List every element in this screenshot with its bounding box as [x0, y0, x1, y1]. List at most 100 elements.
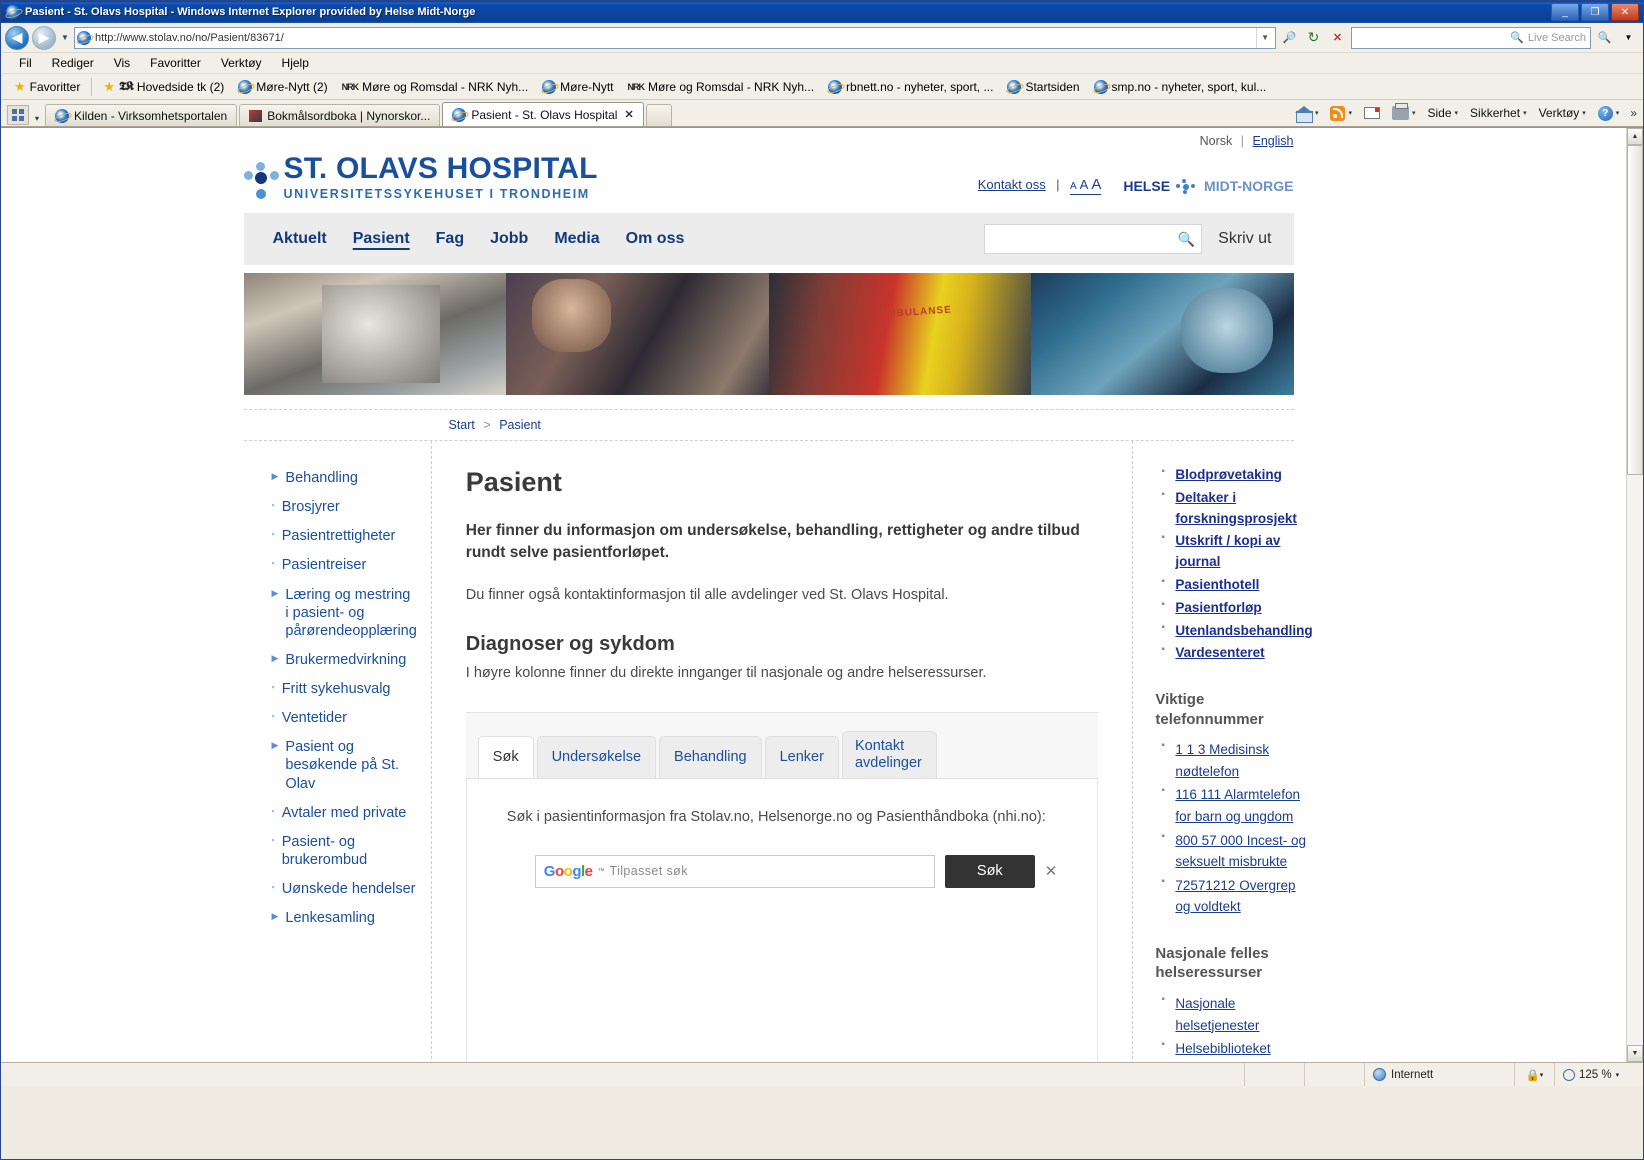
- sidebar-link[interactable]: Brukermedvirkning: [285, 651, 406, 669]
- right-link[interactable]: Utskrift / kopi av journal: [1175, 533, 1280, 569]
- google-search-input[interactable]: Google ™ Tilpasset søk: [534, 854, 935, 888]
- print-button[interactable]: ▾: [1387, 103, 1421, 122]
- close-button[interactable]: ✕: [1611, 3, 1639, 21]
- tools-menu-button[interactable]: Verktøy ▾: [1534, 104, 1591, 122]
- browser-tab-active[interactable]: Pasient - St. Olavs Hospital ✕: [442, 102, 644, 126]
- list-item[interactable]: 1 1 3 Medisinsk nødtelefon: [1161, 739, 1312, 782]
- home-button[interactable]: ▾: [1290, 104, 1324, 123]
- new-tab-button[interactable]: [645, 104, 672, 126]
- sidebar-item-lenkesamling[interactable]: ▶ Lenkesamling: [272, 909, 417, 927]
- favorite-item[interactable]: NRK Møre og Romsdal - NRK Nyh...: [335, 78, 536, 96]
- nav-item-om-oss[interactable]: Om oss: [613, 230, 698, 248]
- sidebar-item-fritt-sykehusvalg[interactable]: ▪ Fritt sykehusvalg: [272, 680, 417, 698]
- sidebar-link[interactable]: Uønskede hendelser: [282, 880, 416, 898]
- chevron-down-icon[interactable]: ▾: [1523, 109, 1527, 117]
- nav-item-fag[interactable]: Fag: [423, 230, 477, 248]
- list-item[interactable]: 800 57 000 Incest- og seksuelt misbrukte: [1161, 830, 1312, 873]
- right-link[interactable]: Utenlandsbehandling: [1175, 623, 1312, 638]
- menu-item-favoritter[interactable]: Favoritter: [140, 54, 211, 72]
- list-item[interactable]: 116 111 Alarmtelefon for barn og ungdom: [1161, 784, 1312, 827]
- phone-link[interactable]: 72571212 Overgrep og voldtekt: [1175, 878, 1295, 915]
- nav-item-jobb[interactable]: Jobb: [477, 230, 541, 248]
- favorite-item[interactable]: ★ 𝕿𝕶 Hovedside tk (2): [96, 77, 231, 97]
- sidebar-link[interactable]: Pasientreiser: [282, 556, 367, 574]
- tab-kontakt-avdelinger[interactable]: Kontakt avdelinger: [841, 731, 937, 778]
- sidebar-item-behandling[interactable]: ▶ Behandling: [272, 469, 417, 487]
- search-options-icon[interactable]: ▼: [1618, 27, 1639, 48]
- sidebar-item-pasientreiser[interactable]: ▪ Pasientreiser: [272, 556, 417, 574]
- favorite-item[interactable]: smp.no - nyheter, sport, kul...: [1087, 78, 1274, 96]
- search-icon[interactable]: 🔍: [1178, 231, 1195, 248]
- mail-button[interactable]: [1359, 105, 1385, 121]
- url-bar[interactable]: http://www.stolav.no/no/Pasient/83671/ ▼: [74, 26, 1276, 49]
- stop-icon[interactable]: ✕: [1327, 27, 1348, 48]
- list-item[interactable]: Vardesenteret: [1161, 643, 1312, 664]
- sidebar-link[interactable]: Pasient- og brukerombud: [282, 833, 417, 869]
- nav-item-media[interactable]: Media: [541, 230, 612, 248]
- list-item[interactable]: Nasjonale helsetjenester: [1161, 993, 1312, 1036]
- favorite-item[interactable]: NRK Møre og Romsdal - NRK Nyh...: [621, 78, 822, 96]
- breadcrumb-start[interactable]: Start: [449, 418, 475, 432]
- list-item[interactable]: Blodprøvetaking: [1161, 465, 1312, 486]
- favorites-button[interactable]: ★ Favoritter: [7, 77, 87, 97]
- sidebar-item-pasient-og-brukerombud[interactable]: ▪ Pasient- og brukerombud: [272, 833, 417, 869]
- chevron-down-icon[interactable]: ▾: [1582, 109, 1586, 117]
- zoom-control[interactable]: 125 % ▾: [1555, 1063, 1643, 1086]
- sidebar-item-laering-og-mestring[interactable]: ▶ Læring og mestring i pasient- og pårør…: [272, 586, 417, 640]
- nav-item-pasient[interactable]: Pasient: [340, 230, 423, 248]
- favorite-item[interactable]: Møre-Nytt (2): [231, 78, 334, 96]
- phone-link[interactable]: 800 57 000 Incest- og seksuelt misbrukte: [1175, 833, 1306, 870]
- sidebar-item-avtaler-med-private[interactable]: ▪ Avtaler med private: [272, 804, 417, 822]
- scroll-up-button[interactable]: ▲: [1627, 128, 1643, 145]
- sidebar-link[interactable]: Læring og mestring i pasient- og pårøren…: [285, 586, 416, 640]
- kontakt-oss-link[interactable]: Kontakt oss: [978, 177, 1046, 192]
- sidebar-link[interactable]: Lenkesamling: [285, 909, 374, 927]
- list-item[interactable]: Pasientforløp: [1161, 598, 1312, 619]
- font-size-large[interactable]: A: [1091, 176, 1101, 193]
- close-tab-icon[interactable]: ✕: [624, 108, 633, 121]
- list-item[interactable]: Deltaker i forskningsprosjekt: [1161, 488, 1312, 530]
- chevron-down-icon[interactable]: ▾: [1315, 109, 1319, 117]
- scroll-track[interactable]: [1627, 145, 1643, 1045]
- list-item[interactable]: Utenlandsbehandling: [1161, 621, 1312, 642]
- list-item[interactable]: 72571212 Overgrep og voldtekt: [1161, 875, 1312, 918]
- sidebar-link[interactable]: Ventetider: [282, 709, 347, 727]
- quick-tabs-button[interactable]: [7, 105, 29, 125]
- sidebar-link[interactable]: Avtaler med private: [282, 804, 407, 822]
- tab-list-dropdown[interactable]: ▾: [29, 114, 45, 123]
- nav-item-aktuelt[interactable]: Aktuelt: [260, 230, 340, 248]
- recent-pages-dropdown[interactable]: ▼: [59, 33, 71, 42]
- menu-item-verktoy[interactable]: Verktøy: [211, 54, 272, 72]
- phone-link[interactable]: 116 111 Alarmtelefon for barn og ungdom: [1175, 787, 1300, 824]
- right-link[interactable]: Pasienthotell: [1175, 577, 1259, 592]
- sidebar-link[interactable]: Brosjyrer: [282, 498, 340, 516]
- page-scrollbar[interactable]: ▲ ▼: [1626, 128, 1643, 1062]
- site-search-input[interactable]: 🔍: [984, 224, 1203, 254]
- right-link[interactable]: Blodprøvetaking: [1175, 467, 1282, 482]
- chevron-down-icon[interactable]: ▾: [1616, 109, 1620, 117]
- sidebar-item-pasientrettigheter[interactable]: ▪ Pasientrettigheter: [272, 527, 417, 545]
- chevron-down-icon[interactable]: ▾: [1540, 1071, 1544, 1079]
- browser-tab[interactable]: Kilden - Virksomhetsportalen: [45, 104, 238, 126]
- helse-midt-norge-logo[interactable]: HELSE MIDT-NORGE: [1123, 177, 1294, 195]
- lang-english[interactable]: English: [1253, 134, 1294, 148]
- overflow-chevron-icon[interactable]: »: [1626, 106, 1637, 120]
- help-button[interactable]: ? ▾: [1593, 104, 1625, 123]
- browser-tab[interactable]: Bokmålsordboka | Nynorskor...: [239, 104, 441, 126]
- back-button[interactable]: ◀: [5, 25, 29, 50]
- scroll-thumb[interactable]: [1627, 145, 1643, 475]
- forward-button[interactable]: ▶: [32, 25, 56, 50]
- font-size-medium[interactable]: A: [1080, 177, 1089, 192]
- chevron-down-icon[interactable]: ▾: [1412, 109, 1416, 117]
- right-link[interactable]: Deltaker i forskningsprosjekt: [1175, 490, 1297, 526]
- browser-search-box[interactable]: 🔍 Live Search: [1351, 26, 1591, 49]
- favorite-item[interactable]: Møre-Nytt: [535, 78, 620, 96]
- chevron-down-icon[interactable]: ▾: [1348, 109, 1352, 117]
- menu-item-vis[interactable]: Vis: [104, 54, 140, 72]
- menu-item-rediger[interactable]: Rediger: [42, 54, 104, 72]
- security-zone[interactable]: Internett: [1365, 1063, 1515, 1086]
- sok-button[interactable]: Søk: [944, 854, 1035, 888]
- sidebar-link[interactable]: Pasient og besøkende på St. Olav: [285, 738, 416, 792]
- tab-sok[interactable]: Søk: [477, 735, 534, 778]
- feeds-button[interactable]: ▾: [1325, 104, 1357, 123]
